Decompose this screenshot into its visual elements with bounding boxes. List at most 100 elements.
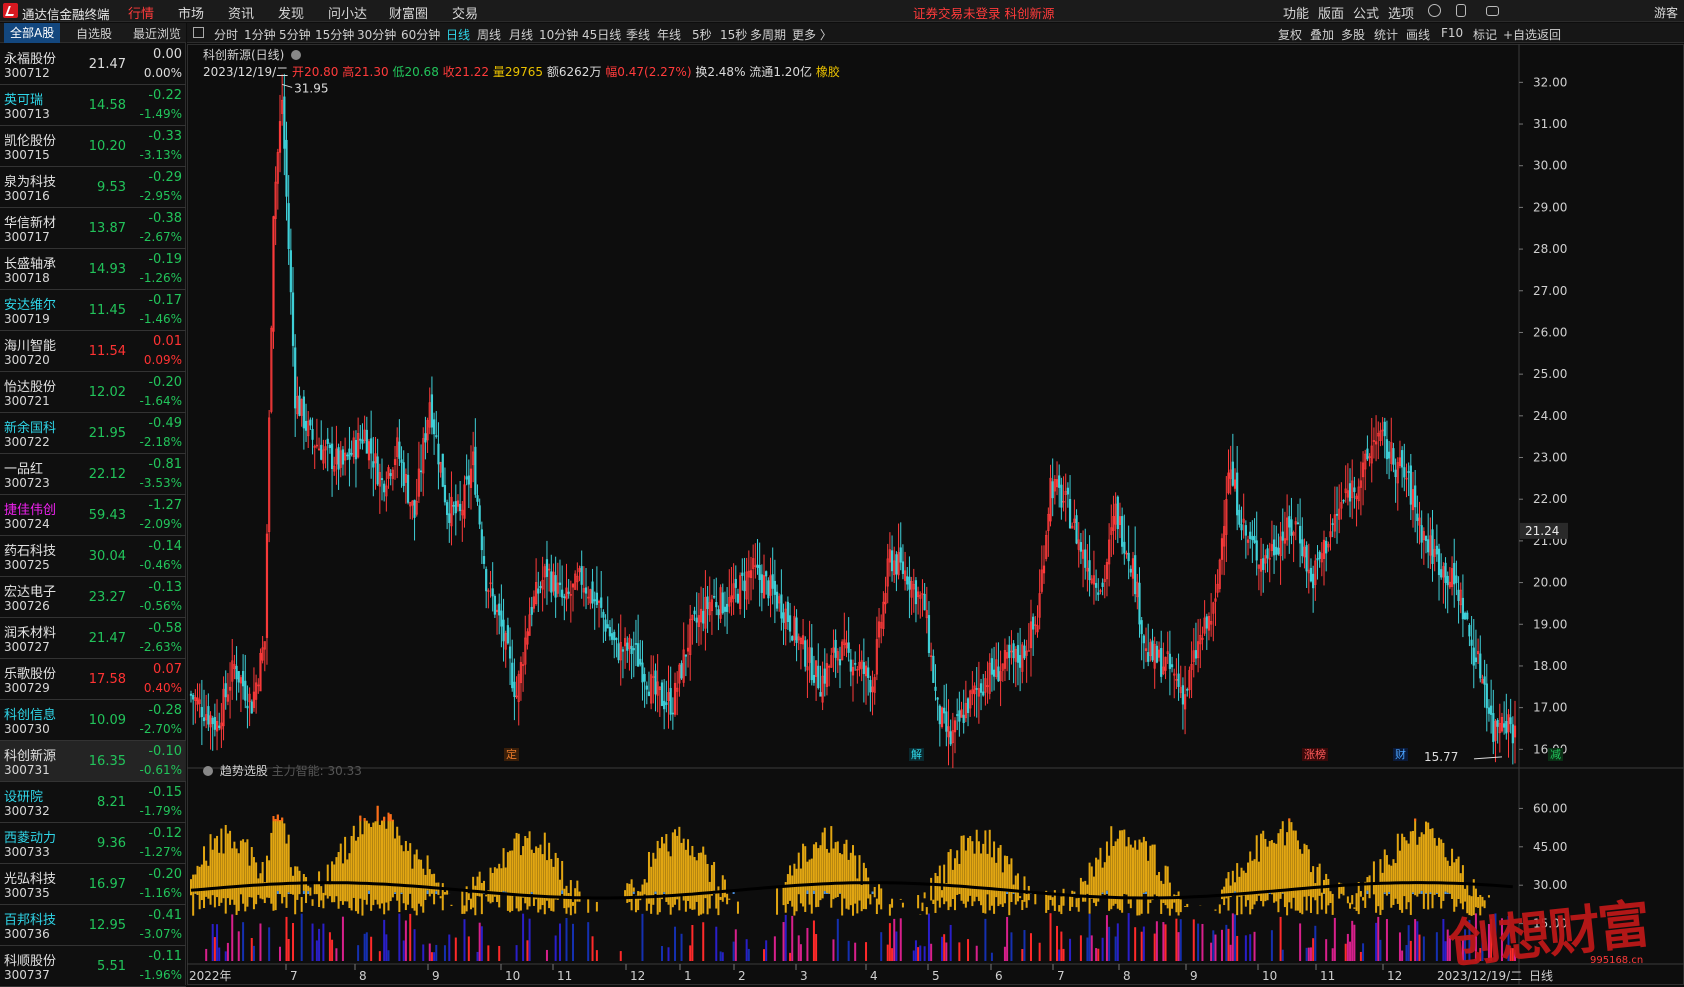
stock-row[interactable]: 英可瑞30071314.58-0.22-1.49% <box>0 85 186 126</box>
chart-tool-button[interactable]: +自选 <box>1503 26 1537 43</box>
menu-news[interactable]: 资讯 <box>228 3 254 22</box>
menu-wealth-circle[interactable]: 财富圈 <box>389 3 428 22</box>
period-item[interactable]: 5秒 <box>692 26 712 43</box>
menu-options[interactable]: 选项 <box>1388 3 1414 22</box>
indicator-bar-gold <box>431 874 433 894</box>
time-axis-label: 2022年 <box>189 969 232 983</box>
indicator-toggle-icon[interactable] <box>203 766 213 776</box>
stock-row[interactable]: 一品红30072322.12-0.81-3.53% <box>0 454 186 495</box>
chart-tool-button[interactable]: F10 <box>1441 26 1463 40</box>
stock-row[interactable]: 泉为科技3007169.53-0.29-2.95% <box>0 167 186 208</box>
stock-row[interactable]: 光弘科技30073516.97-0.20-1.16% <box>0 864 186 905</box>
kline-chart[interactable]: 32.0031.0030.0029.0028.0027.0026.0025.00… <box>187 44 1684 985</box>
period-item[interactable]: 45日线 <box>582 26 621 43</box>
menu-trade[interactable]: 交易 <box>452 3 478 22</box>
stock-row[interactable]: 乐歌股份30072917.580.070.40% <box>0 659 186 700</box>
menu-layout[interactable]: 版面 <box>1318 3 1344 22</box>
mail-icon[interactable] <box>1486 6 1499 16</box>
indicator-bar-signal <box>342 917 344 961</box>
period-item[interactable]: 年线 <box>657 26 681 43</box>
indicator-bar-signal <box>1312 938 1314 961</box>
period-item[interactable]: 周线 <box>477 26 501 43</box>
stock-row[interactable]: 永福股份30071221.470.000.00% <box>0 44 186 85</box>
period-item[interactable]: 多周期 <box>750 26 786 43</box>
event-marker[interactable]: 解 <box>909 748 924 761</box>
stock-row[interactable]: 安达维尔30071911.45-0.17-1.46% <box>0 290 186 331</box>
menu-market-quotes[interactable]: 行情 <box>128 3 154 25</box>
stock-row[interactable]: 科创新源30073116.35-0.10-0.61% <box>0 741 186 782</box>
info-sector[interactable]: 橡胶 <box>816 65 840 79</box>
event-marker[interactable]: 减 <box>1548 748 1563 761</box>
candle-body <box>303 397 305 428</box>
stock-row[interactable]: 药石科技30072530.04-0.14-0.46% <box>0 536 186 577</box>
price-tick-label: 32.00 <box>1533 75 1567 89</box>
stock-row[interactable]: 新余国科30072221.95-0.49-2.18% <box>0 413 186 454</box>
guest-label[interactable]: 游客 <box>1654 4 1678 21</box>
indicator-bar-signal <box>231 914 233 961</box>
phone-icon[interactable] <box>1456 4 1466 17</box>
chart-tool-button[interactable]: 叠加 <box>1310 26 1334 43</box>
chart-menu-icon[interactable] <box>291 50 301 60</box>
stock-row[interactable]: 捷佳伟创30072459.43-1.27-2.09% <box>0 495 186 536</box>
stock-row[interactable]: 凯伦股份30071510.20-0.33-3.13% <box>0 126 186 167</box>
stock-row[interactable]: 设研院3007328.21-0.15-1.79% <box>0 782 186 823</box>
period-item[interactable]: 15分钟 <box>315 26 354 43</box>
candle-body <box>1102 583 1104 587</box>
candle-body <box>507 625 509 643</box>
menu-formula[interactable]: 公式 <box>1353 3 1379 22</box>
indicator-bar-gold <box>524 836 526 903</box>
indicator-bar-gold <box>876 899 878 914</box>
menu-discover[interactable]: 发现 <box>278 3 304 22</box>
period-item[interactable]: 15秒 <box>720 26 747 43</box>
chart-tool-button[interactable]: 画线 <box>1406 26 1430 43</box>
stock-row[interactable]: 长盛轴承30071814.93-0.19-1.26% <box>0 249 186 290</box>
stock-row[interactable]: 百邦科技30073612.95-0.41-3.07% <box>0 905 186 946</box>
tab-recent[interactable]: 最近浏览 <box>133 25 181 42</box>
indicator-bar-gold <box>663 843 665 892</box>
period-item[interactable]: 分时 <box>214 26 238 43</box>
candle-body <box>238 671 240 682</box>
price-tick-label: 27.00 <box>1533 284 1567 298</box>
chart-tool-button[interactable]: 返回 <box>1537 26 1561 43</box>
candle-body <box>1388 452 1390 458</box>
chart-tool-button[interactable]: 复权 <box>1278 26 1302 43</box>
event-marker[interactable]: 财 <box>1393 748 1408 761</box>
indicator-bar-signal <box>216 924 218 961</box>
stock-row[interactable]: 科创信息30073010.09-0.28-2.70% <box>0 700 186 741</box>
stock-row[interactable]: 科顺股份3007375.51-0.11-1.96% <box>0 946 186 987</box>
period-item[interactable]: 更多 〉 <box>792 26 832 43</box>
stock-row[interactable]: 宏达电子30072623.27-0.13-0.56% <box>0 577 186 618</box>
stock-row[interactable]: 华信新材30071713.87-0.38-2.67% <box>0 208 186 249</box>
indicator-bar-gold <box>1275 844 1277 902</box>
menu-function[interactable]: 功能 <box>1283 3 1309 22</box>
refresh-icon[interactable] <box>1428 4 1441 17</box>
period-item[interactable]: 日线 <box>446 26 470 43</box>
candle-body <box>236 666 238 679</box>
indicator-bar-gold <box>891 899 893 908</box>
tab-all-a-shares[interactable]: 全部A股 <box>4 23 60 43</box>
period-item[interactable]: 1分钟 <box>244 26 276 43</box>
indicator-name[interactable]: 趋势选股 <box>220 764 268 778</box>
period-item[interactable]: 30分钟 <box>357 26 396 43</box>
indicator-bar-signal <box>1063 949 1065 961</box>
stock-row[interactable]: 海川智能30072011.540.010.09% <box>0 331 186 372</box>
stock-row[interactable]: 润禾材料30072721.47-0.58-2.63% <box>0 618 186 659</box>
period-item[interactable]: 10分钟 <box>539 26 578 43</box>
period-item[interactable]: 5分钟 <box>279 26 311 43</box>
panel-toggle-icon[interactable] <box>193 27 204 38</box>
stock-row[interactable]: 怡达股份30072112.02-0.20-1.64% <box>0 372 186 413</box>
menu-ask-xiaoda[interactable]: 问小达 <box>328 3 367 22</box>
chart-tool-button[interactable]: 多股 <box>1341 26 1365 43</box>
chart-tool-button[interactable]: 统计 <box>1374 26 1398 43</box>
indicator-bar-gold <box>709 882 711 909</box>
tab-watchlist[interactable]: 自选股 <box>76 25 112 42</box>
period-item[interactable]: 60分钟 <box>401 26 440 43</box>
menu-market[interactable]: 市场 <box>178 3 204 22</box>
event-marker[interactable]: 涨榜 <box>1302 748 1328 761</box>
chart-tool-button[interactable]: 标记 <box>1473 26 1497 43</box>
event-marker[interactable]: 定 <box>504 748 519 761</box>
indicator-bar-signal <box>735 929 737 961</box>
period-item[interactable]: 月线 <box>509 26 533 43</box>
stock-row[interactable]: 西菱动力3007339.36-0.12-1.27% <box>0 823 186 864</box>
period-item[interactable]: 季线 <box>626 26 650 43</box>
